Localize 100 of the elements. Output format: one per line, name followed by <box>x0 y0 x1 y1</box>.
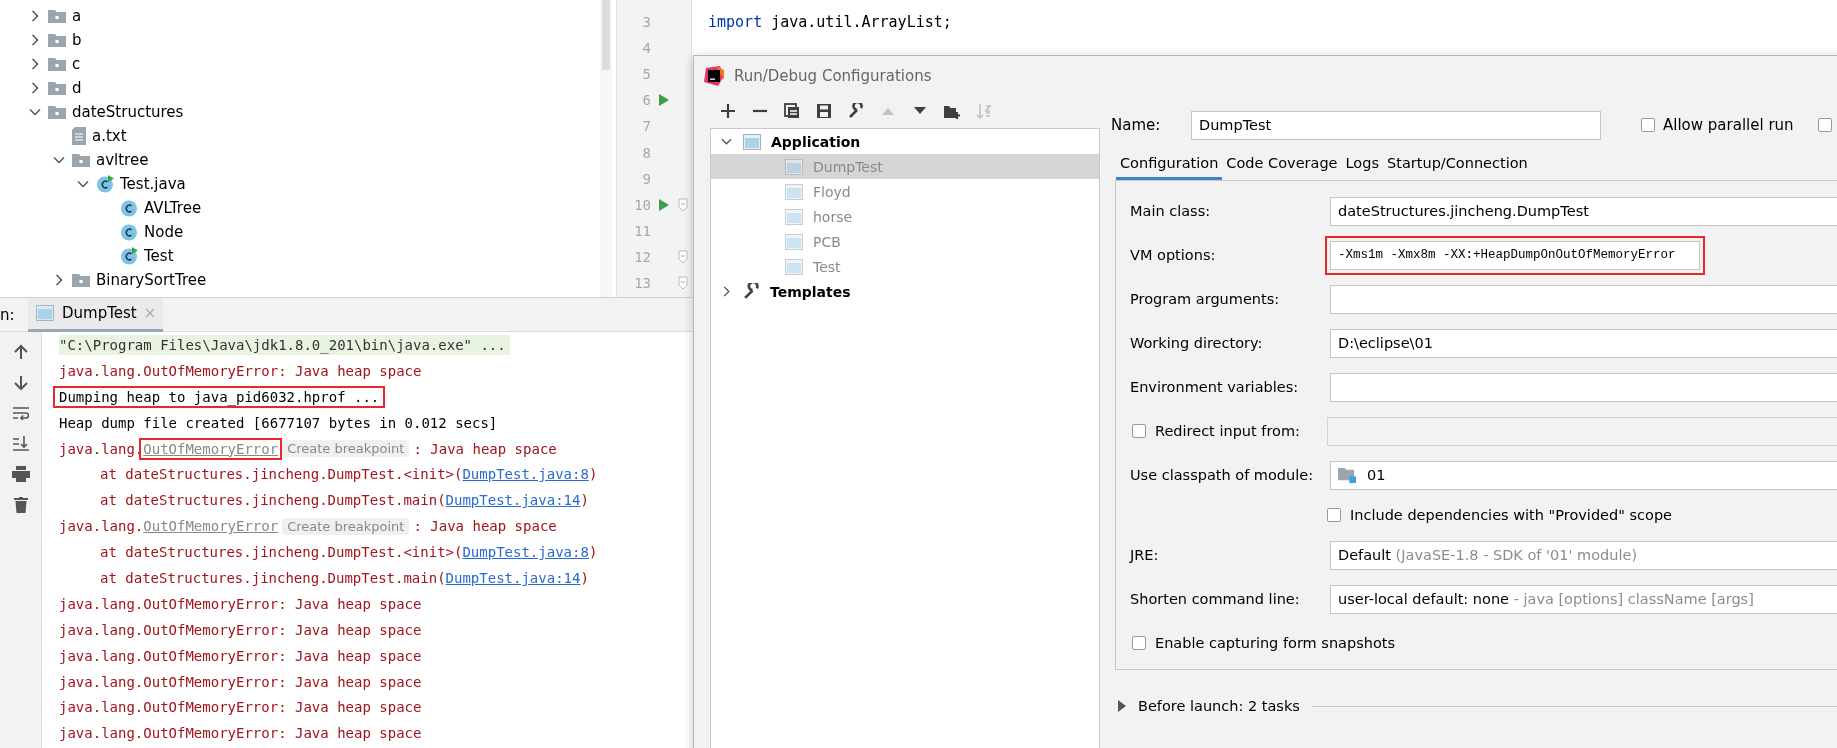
tree-item[interactable]: c <box>72 55 81 73</box>
folder-icon <box>48 80 66 96</box>
tree-item[interactable]: a <box>72 7 82 25</box>
configuration-item[interactable]: horse <box>711 204 1099 229</box>
tree-item[interactable]: a.txt <box>92 127 127 145</box>
field-label: Main class: <box>1130 203 1212 219</box>
scroll-to-end-icon[interactable] <box>12 435 29 451</box>
field-label: Program arguments: <box>1130 291 1281 307</box>
run-icon[interactable] <box>659 94 669 107</box>
dialog-title: Run/Debug Configurations <box>734 67 932 85</box>
checkbox[interactable] <box>1132 424 1146 438</box>
source-link[interactable]: DumpTest.java:14 <box>445 492 581 509</box>
code-text: java.util.ArrayList; <box>771 13 952 32</box>
tree-item[interactable]: avltree <box>96 151 149 169</box>
folder-icon <box>72 272 90 288</box>
class-icon <box>120 199 138 217</box>
tree-item[interactable]: b <box>72 31 82 49</box>
dropdown[interactable]: user-local default: none - java [options] className [args] <box>1330 584 1837 614</box>
chevron-icon[interactable] <box>29 10 41 22</box>
expand-triangle-icon[interactable] <box>1118 700 1126 712</box>
soft-wrap-icon[interactable] <box>12 406 29 420</box>
chevron-icon[interactable] <box>77 178 89 190</box>
console-line: java.lang.OutOfMemoryError: Java heap space <box>59 725 422 742</box>
console-line: java.lang.OutOfMemoryError: Java heap space <box>59 621 422 638</box>
console-icon <box>36 305 54 321</box>
console-line: java.lang.OutOfMemoryError: Java heap space <box>59 595 422 612</box>
tree-item[interactable]: d <box>72 79 82 97</box>
folder-icon <box>48 104 66 120</box>
input-field[interactable]: -Xms1m -Xmx8m -XX:+HeapDumpOnOutOfMemoryError <box>1330 240 1700 270</box>
folder-icon <box>48 56 66 72</box>
copy-icon[interactable] <box>784 103 800 119</box>
save-icon[interactable] <box>816 103 832 119</box>
tab[interactable]: Logs <box>1341 155 1383 180</box>
tab[interactable]: Startup/Connection <box>1383 155 1532 180</box>
line-number: 13 <box>633 275 651 291</box>
module-dropdown[interactable]: 01 <box>1330 460 1837 490</box>
configuration-item[interactable]: Test <box>711 254 1099 279</box>
exception-link[interactable]: OutOfMemoryError <box>143 440 279 457</box>
source-link[interactable]: DumpTest.java:8 <box>462 544 589 561</box>
console-line: java.lang.OutOfMemoryError: Java heap space <box>59 647 422 664</box>
console-line: java.lang.OutOfMemoryError: Java heap space <box>59 699 422 716</box>
checkbox[interactable] <box>1641 118 1655 132</box>
add-icon[interactable] <box>720 103 736 119</box>
checkbox[interactable] <box>1327 508 1341 522</box>
input-field[interactable]: dateStructures.jincheng.DumpTest <box>1330 196 1837 226</box>
chevron-icon[interactable] <box>29 34 41 46</box>
console-text: : Java heap space <box>413 440 557 457</box>
run-icon[interactable] <box>659 198 669 211</box>
chevron-icon[interactable] <box>53 154 65 166</box>
tab[interactable]: Configuration <box>1116 155 1223 180</box>
up-arrow-icon[interactable] <box>13 344 28 360</box>
tree-item[interactable]: BinarySortTree <box>96 271 207 289</box>
tree-item[interactable]: Test <box>144 247 174 265</box>
chevron-icon[interactable] <box>53 274 65 286</box>
runnable-class-icon <box>96 175 114 193</box>
run-tab[interactable]: DumpTest <box>28 297 163 332</box>
tree-item[interactable]: dateStructures <box>72 103 184 121</box>
source-link[interactable]: DumpTest.java:8 <box>462 466 589 483</box>
field-label: Environment variables: <box>1130 379 1300 395</box>
folder-icon <box>48 8 66 24</box>
console-text: at dateStructures.jincheng.DumpTest.main( <box>99 569 446 586</box>
dropdown[interactable]: Default (JavaSE-1.8 - SDK of '01' module) <box>1330 540 1837 570</box>
checkbox[interactable] <box>1817 118 1832 132</box>
runnable-class-icon <box>120 247 138 265</box>
section-label[interactable]: Before launch: 2 tasks <box>1138 698 1300 714</box>
down-arrow-icon[interactable] <box>13 375 28 391</box>
tree-item[interactable]: Test.java <box>120 175 186 193</box>
tree-group[interactable]: Application <box>711 129 1099 154</box>
field-label: VM options: <box>1130 247 1217 263</box>
folder-icon <box>48 32 66 48</box>
console-text: java.lang. <box>59 440 144 457</box>
source-link[interactable]: DumpTest.java:14 <box>445 569 581 586</box>
trash-icon[interactable] <box>13 497 28 513</box>
chevron-icon[interactable] <box>720 136 732 147</box>
field-label: Working directory: <box>1130 335 1264 351</box>
configuration-item[interactable]: Floyd <box>711 179 1099 204</box>
console-text: at dateStructures.jincheng.DumpTest.<init>( <box>99 466 463 483</box>
print-icon[interactable] <box>11 466 30 482</box>
chevron-icon[interactable] <box>29 58 41 70</box>
checkbox[interactable] <box>1132 636 1146 650</box>
console-line: java.lang.OutOfMemoryError: Java heap space <box>59 673 422 690</box>
application-icon <box>743 133 761 150</box>
input-field[interactable]: D:\eclipse\01 <box>1330 328 1837 358</box>
code-keyword: import <box>708 13 763 32</box>
scrollbar-thumb[interactable] <box>602 0 610 70</box>
tree-item[interactable]: AVLTree <box>144 199 202 217</box>
chevron-icon[interactable] <box>29 82 41 94</box>
exception-link[interactable]: OutOfMemoryError <box>143 518 279 535</box>
folder-icon[interactable] <box>944 103 960 119</box>
console-line: Heap dump file created [6677107 bytes in 0.012 secs] <box>59 414 498 431</box>
chevron-icon[interactable] <box>29 106 41 118</box>
name-field[interactable]: DumpTest <box>1191 110 1601 140</box>
checkbox-label: Allow parallel run <box>1663 116 1794 134</box>
folder-icon <box>72 152 90 168</box>
field-label: JRE: <box>1130 547 1160 563</box>
line-number: 12 <box>633 248 651 265</box>
tab[interactable]: Code Coverage <box>1222 155 1342 180</box>
tree-group[interactable]: Templates <box>711 279 1099 304</box>
tree-item[interactable]: Node <box>144 223 184 241</box>
checkbox-label: Redirect input from: <box>1155 423 1300 439</box>
